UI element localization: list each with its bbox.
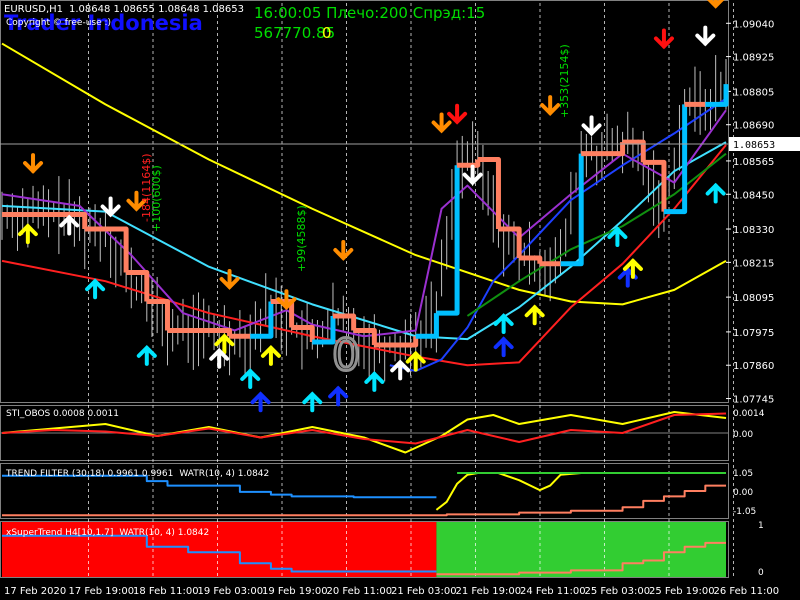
x-tick-label: 19 Feb 03:00 [198,586,264,597]
y-tick-label: 1.08925 [733,53,774,64]
buy-arrow-yellow [260,345,281,366]
y-tick-label: 1.08215 [733,258,774,269]
x-tick-label: 20 Feb 11:00 [327,586,393,597]
buy-arrow-white [390,359,411,381]
buy-arrow-cyan [85,278,106,300]
y-tick-label: 1.08330 [733,225,774,236]
trend-filter-title: TREND FILTER (30,18) 0.9961 0.9961 WATR(1… [5,469,269,479]
sti-y-label: 0.0014 [733,409,765,419]
y-tick-label: 1.08805 [733,87,774,98]
x-tick-label: 21 Feb 03:00 [391,586,457,597]
buy-arrow-blue [493,336,514,358]
sell-arrow-orange [333,240,354,261]
supertrend-y-label: 0 [758,568,764,578]
sell-arrow-orange [540,95,561,116]
current-price-label: 1.08653 [733,140,775,151]
y-tick-label: 1.07975 [733,328,774,339]
x-tick-label: 18 Feb 11:00 [133,586,199,597]
trend-filter-yellow-line [435,472,726,511]
sell-arrow-orange [23,153,44,174]
copyright-label: Copyright © free-use :) [6,18,111,28]
sell-arrow-orange [431,112,452,134]
clock-line: 16:00:05 Плечо:200 Спрэд:15 [254,4,485,22]
x-tick-label: 19 Feb 19:00 [262,586,328,597]
x-tick-label: 21 Feb 19:00 [456,586,522,597]
sell-arrow-orange [706,0,725,9]
trend-filter-y-label: -1.05 [733,507,756,517]
y-tick-label: 1.07860 [733,361,774,372]
y-tick-label: 1.08095 [733,293,774,304]
x-tick-label: 24 Feb 11:00 [520,586,586,597]
ma-blue-line [389,97,727,373]
y-tick-label: 1.09040 [733,19,774,30]
buy-arrow-cyan [705,182,726,204]
sell-arrow-orange [219,268,240,290]
annotation-zero: 0 [332,330,360,381]
y-tick-label: 1.07745 [733,395,774,406]
annotation-profit-3: +353(2154$) [558,44,571,118]
x-tick-label: 25 Feb 03:00 [585,586,651,597]
supertrend-zone-green [436,522,726,577]
chart-canvas: 17 Feb 2020 17 Feb 19:0018 Feb 11:0019 Fe… [0,0,800,597]
sell-arrow-red [447,103,468,125]
trend-filter-y-label: 1.05 [733,469,753,479]
x-tick-label: 26 Feb 11:00 [714,586,780,597]
x-tick-label: 17 Feb 2020 [4,586,66,597]
buy-arrow-cyan [136,345,157,366]
sell-arrow-white [695,25,716,47]
annotation-profit-2: +99(4588$) [295,205,308,272]
sell-arrow-white [581,115,602,137]
x-tick-label: 25 Feb 19:00 [649,586,715,597]
y-tick-label: 1.08565 [733,157,774,168]
x-tick-label: 17 Feb 19:00 [69,586,135,597]
buy-arrow-cyan [302,391,323,413]
trend-filter-y-label: 0.00 [733,488,753,498]
supertrend-y-label: 1 [758,521,764,531]
buy-arrow-cyan [493,313,514,334]
sti-title: STI_OBOS 0.0008 0.0011 [6,409,119,419]
balance-suffix: 0 [322,24,332,42]
sti-y-label: 0.00 [733,430,753,440]
y-tick-label: 1.08450 [733,190,774,201]
sell-arrow-red [653,28,674,50]
supertrend-title: xSuperTrend H4[10,1.7] WATR(10, 4) 1.0842 [6,528,209,538]
y-tick-label: 1.08690 [733,121,774,132]
buy-arrow-blue [250,391,271,413]
trend-filter-orange-step-line [2,484,726,517]
annotation-loss-1: -184(1164$) [140,153,153,222]
